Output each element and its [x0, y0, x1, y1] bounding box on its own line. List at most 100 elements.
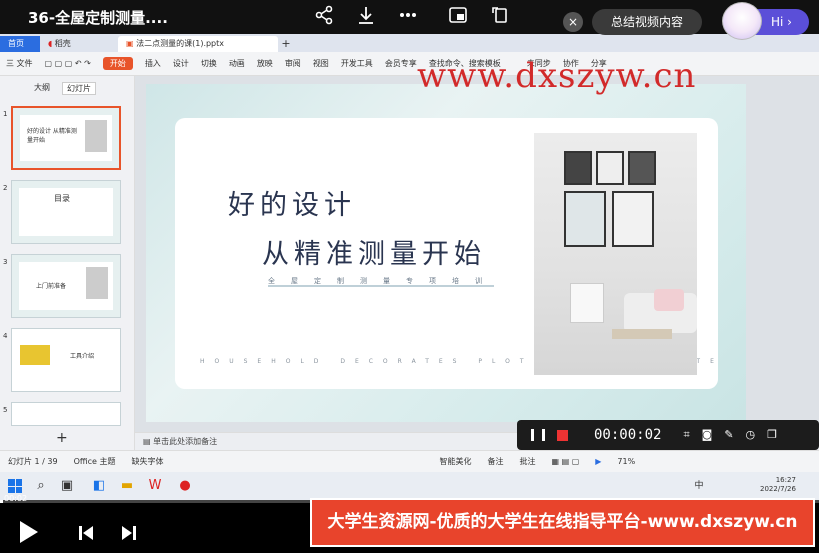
top-actions	[312, 5, 512, 29]
pptx-icon: ▣	[126, 39, 134, 48]
slide-title-line1[interactable]: 好的设计	[228, 183, 356, 222]
search-icon[interactable]: ⌕	[32, 477, 50, 495]
play-slideshow-button[interactable]: ▶	[587, 457, 609, 466]
current-time: 00:02	[4, 494, 28, 503]
tab-document[interactable]: ▣ 法二点测量的课(1).pptx	[118, 36, 278, 52]
slide-number: 5	[3, 406, 8, 414]
toolbar-quick-icons[interactable]: ▢ ▢ ▢ ↶ ↷	[39, 59, 97, 68]
menu-developer[interactable]: 开发工具	[335, 58, 379, 69]
tab-docer-label: 稻壳	[54, 39, 71, 48]
crop-icon[interactable]: ⌗	[683, 428, 689, 442]
slide-number: 4	[3, 332, 8, 340]
wall-frame	[628, 151, 656, 185]
timer-icon[interactable]: ◷	[746, 428, 756, 442]
view-mode-icons[interactable]: ▦ ▤ ▢	[544, 457, 588, 466]
menu-view[interactable]: 视图	[307, 58, 335, 69]
more-icon[interactable]	[396, 5, 420, 29]
menu-slideshow[interactable]: 放映	[251, 58, 279, 69]
download-icon[interactable]	[354, 5, 378, 29]
thumbnail-text: 工具介绍	[70, 353, 95, 360]
store-icon[interactable]: ◧	[90, 477, 108, 495]
docer-icon: ◖	[48, 39, 53, 48]
screen-recorder: 00:00:02 ⌗ ◙ ✎ ◷ ❐	[517, 420, 819, 450]
tab-home[interactable]: 首页	[0, 36, 40, 52]
wps-icon[interactable]: W	[146, 477, 164, 495]
menu-file[interactable]: 三 文件	[0, 58, 39, 69]
app-tab-bar: 首页 ◖ 稻壳 ▣ 法二点测量的课(1).pptx +	[0, 34, 819, 52]
wall-frame	[564, 151, 592, 185]
folder-icon[interactable]: ▬	[118, 477, 136, 495]
tray	[612, 329, 672, 339]
panel-tabs: 大纲 幻灯片	[0, 76, 134, 95]
system-clock[interactable]: 16:27 2022/7/26	[760, 476, 796, 494]
share-icon[interactable]	[312, 5, 336, 29]
missing-font[interactable]: 缺失字体	[124, 456, 172, 467]
video-title: 36-全屋定制测量....	[28, 8, 168, 27]
slide-number: 1	[3, 110, 8, 118]
slide-panel: 大纲 幻灯片 1 好的设计 从精准测量开始 2 目录 3 上门前准备 4 工具介…	[0, 76, 135, 450]
slide-thumbnail-2[interactable]: 目录	[11, 180, 121, 244]
slide-number: 2	[3, 184, 8, 192]
slide-thumbnail-4[interactable]: 工具介绍	[11, 328, 121, 392]
beautify-button[interactable]: 智能美化	[432, 456, 480, 467]
pip-icon[interactable]	[446, 5, 470, 29]
slide-number: 3	[3, 258, 8, 266]
slide-thumbnail-1[interactable]: 好的设计 从精准测量开始	[11, 106, 121, 170]
rotate-icon[interactable]	[488, 5, 512, 29]
input-language[interactable]: 中	[690, 477, 708, 495]
notes-icon: ▤	[143, 437, 154, 446]
clock-time: 16:27	[775, 476, 796, 484]
clock-date: 2022/7/26	[760, 485, 796, 493]
tab-document-label: 法二点测量的课(1).pptx	[136, 39, 225, 48]
watermark-text: www.dxszyw.cn	[417, 56, 697, 96]
thumbnail-tools	[20, 345, 50, 365]
window-icon[interactable]: ❐	[767, 428, 777, 442]
play-icon[interactable]	[20, 521, 38, 543]
slide-counter: 幻灯片 1 / 39	[8, 457, 58, 466]
thumbnail-text: 好的设计 从精准测量开始	[27, 128, 77, 144]
tab-outline[interactable]: 大纲	[34, 82, 50, 95]
wall-frame	[596, 151, 624, 185]
menu-design[interactable]: 设计	[167, 58, 195, 69]
screen: 36-全屋定制测量.... × 总结视频内容 Hi › 首页 ◖ 稻壳 ▣ 法二…	[0, 0, 819, 553]
menu-insert[interactable]: 插入	[139, 58, 167, 69]
slide-title-line2[interactable]: 从精准测量开始	[262, 232, 486, 271]
stool	[570, 283, 604, 323]
video-top-bar: 36-全屋定制测量.... × 总结视频内容 Hi ›	[0, 0, 819, 40]
stop-icon[interactable]	[557, 429, 568, 441]
interior-photo[interactable]	[534, 133, 697, 375]
previous-icon[interactable]	[78, 525, 94, 541]
menu-animation[interactable]: 动画	[223, 58, 251, 69]
assistant-label: Hi	[771, 15, 784, 29]
camera-icon[interactable]: ◙	[702, 428, 713, 442]
summary-button[interactable]: 总结视频内容	[592, 9, 702, 35]
start-icon[interactable]	[8, 479, 22, 493]
menu-start[interactable]: 开始	[102, 57, 133, 70]
close-icon[interactable]: ×	[563, 12, 583, 32]
progress-fill	[0, 500, 3, 503]
thumbnail-photo	[85, 120, 107, 152]
wall-frame	[564, 191, 606, 247]
menu-transition[interactable]: 切换	[195, 58, 223, 69]
pause-icon[interactable]	[531, 429, 545, 441]
thumbnail-text: 上门前准备	[36, 283, 67, 290]
thumbnail-photo	[86, 267, 108, 299]
next-icon[interactable]	[121, 525, 137, 541]
slide-thumbnail-5[interactable]	[11, 402, 121, 426]
thumbnail-text: 目录	[54, 194, 70, 203]
remarks-button[interactable]: 备注	[480, 456, 512, 467]
new-tab-button[interactable]: +	[278, 36, 294, 52]
recorder-app-icon[interactable]: ●	[176, 477, 194, 495]
add-slide-button[interactable]: +	[56, 430, 68, 446]
slide-thumbnail-3[interactable]: 上门前准备	[11, 254, 121, 318]
recording-time: 00:00:02	[594, 427, 662, 443]
task-view-icon[interactable]: ▣	[58, 477, 76, 495]
zoom-level[interactable]: 71%	[609, 457, 643, 466]
theme-name: Office 主题	[73, 457, 116, 466]
pillow	[654, 289, 684, 311]
tab-docer[interactable]: ◖ 稻壳	[40, 36, 118, 52]
pen-icon[interactable]: ✎	[724, 428, 733, 442]
menu-review[interactable]: 审阅	[279, 58, 307, 69]
comments-button[interactable]: 批注	[512, 456, 544, 467]
tab-slides[interactable]: 幻灯片	[62, 82, 96, 95]
